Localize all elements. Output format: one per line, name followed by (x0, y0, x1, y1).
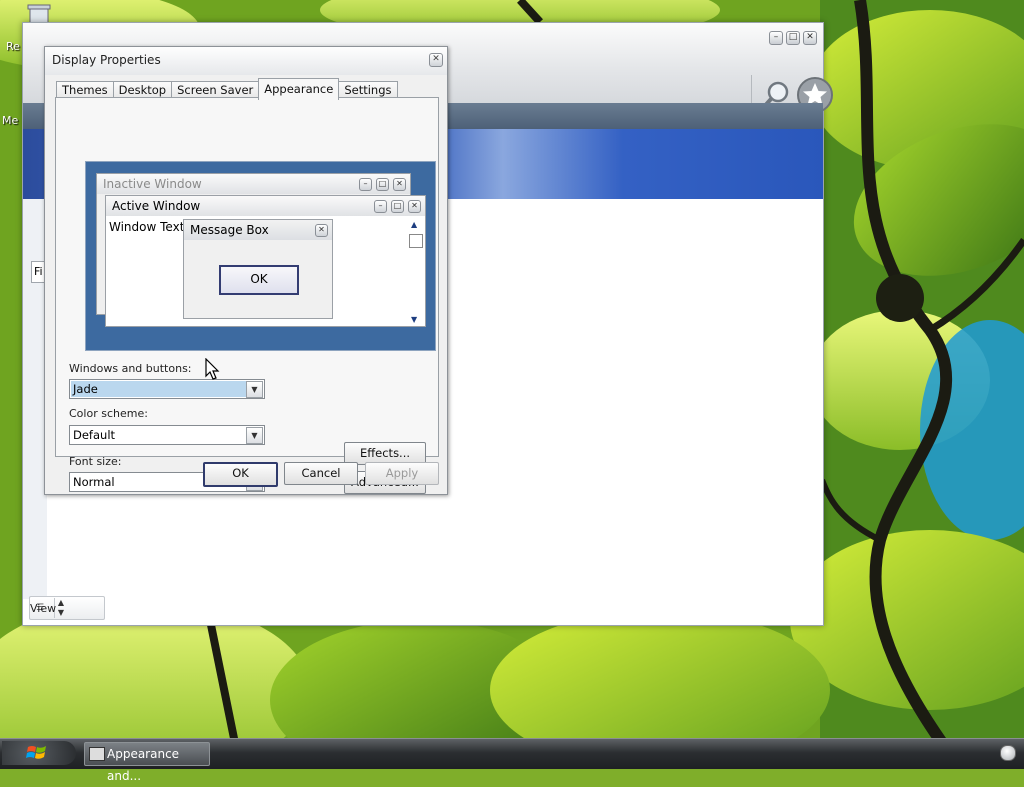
taskbar-item-label: Appearance and... (107, 747, 180, 783)
windows-and-buttons-value: Jade (71, 381, 246, 397)
preview-message-box: Message Box ✕ OK (183, 219, 333, 319)
display-properties-icon (89, 747, 105, 761)
color-scheme-label: Color scheme: (69, 407, 148, 420)
dialog-title: Display Properties (52, 53, 161, 67)
dialog-titlebar: Display Properties ✕ (45, 47, 447, 75)
font-size-value: Normal (73, 475, 115, 489)
taskbar: Appearance and... (0, 738, 1024, 783)
preview-ok-button: OK (219, 265, 299, 295)
scroll-down-icon: ▼ (411, 315, 418, 324)
desktop-icon-label: Re (6, 40, 20, 53)
close-icon: ✕ (315, 224, 328, 237)
preview-message-box-title: Message Box (184, 220, 332, 240)
close-icon[interactable]: ✕ (803, 31, 817, 45)
preview-window-text: Window Text (109, 220, 185, 234)
windows-logo-icon (26, 746, 46, 759)
cancel-button[interactable]: Cancel (284, 462, 358, 485)
explorer-caption-buttons: – □ ✕ (769, 31, 817, 45)
close-icon[interactable]: ✕ (429, 53, 443, 67)
maximize-icon[interactable]: □ (786, 31, 800, 45)
preview-scrollbar: ▲ ▼ (409, 220, 423, 324)
minimize-icon: – (374, 200, 387, 213)
maximize-icon: □ (391, 200, 404, 213)
view-button-label: View (30, 601, 57, 615)
view-button[interactable]: ☰ View ▲ ▼ (29, 596, 105, 620)
minimize-icon: – (359, 178, 372, 191)
minimize-icon[interactable]: – (769, 31, 783, 45)
maximize-icon: □ (376, 178, 389, 191)
windows-and-buttons-select[interactable]: Jade ▼ (69, 379, 265, 399)
chevron-down-icon[interactable]: ▼ (246, 427, 263, 444)
tab-strip: Themes Desktop Screen Saver Appearance S… (56, 78, 398, 100)
tab-appearance[interactable]: Appearance (258, 78, 340, 100)
mouse-pointer-icon (205, 358, 220, 380)
taskbar-item-appearance[interactable]: Appearance and... (84, 742, 210, 783)
windows-and-buttons-label: Windows and buttons: (69, 362, 192, 375)
display-properties-dialog: Display Properties ✕ Themes Desktop Scre… (44, 46, 448, 495)
appearance-preview: Inactive Window – □ ✕ Active Window – □ … (85, 161, 436, 351)
appearance-tab-panel: Inactive Window – □ ✕ Active Window – □ … (55, 97, 439, 494)
desktop-icon-label: Me (2, 114, 19, 127)
apply-button[interactable]: Apply (365, 462, 439, 485)
close-icon: ✕ (393, 178, 406, 191)
tray-circle-icon[interactable] (1000, 745, 1016, 761)
desktop-icon-media[interactable]: Me (2, 114, 18, 127)
scroll-thumb (409, 234, 423, 248)
font-size-label: Font size: (69, 455, 122, 468)
start-button[interactable] (2, 741, 76, 765)
chevron-down-icon[interactable]: ▼ (246, 381, 263, 398)
ok-button[interactable]: OK (203, 462, 278, 487)
close-icon: ✕ (408, 200, 421, 213)
color-scheme-value: Default (73, 428, 116, 442)
scroll-up-icon: ▲ (411, 220, 418, 229)
color-scheme-select[interactable]: Default ▼ (69, 425, 265, 445)
